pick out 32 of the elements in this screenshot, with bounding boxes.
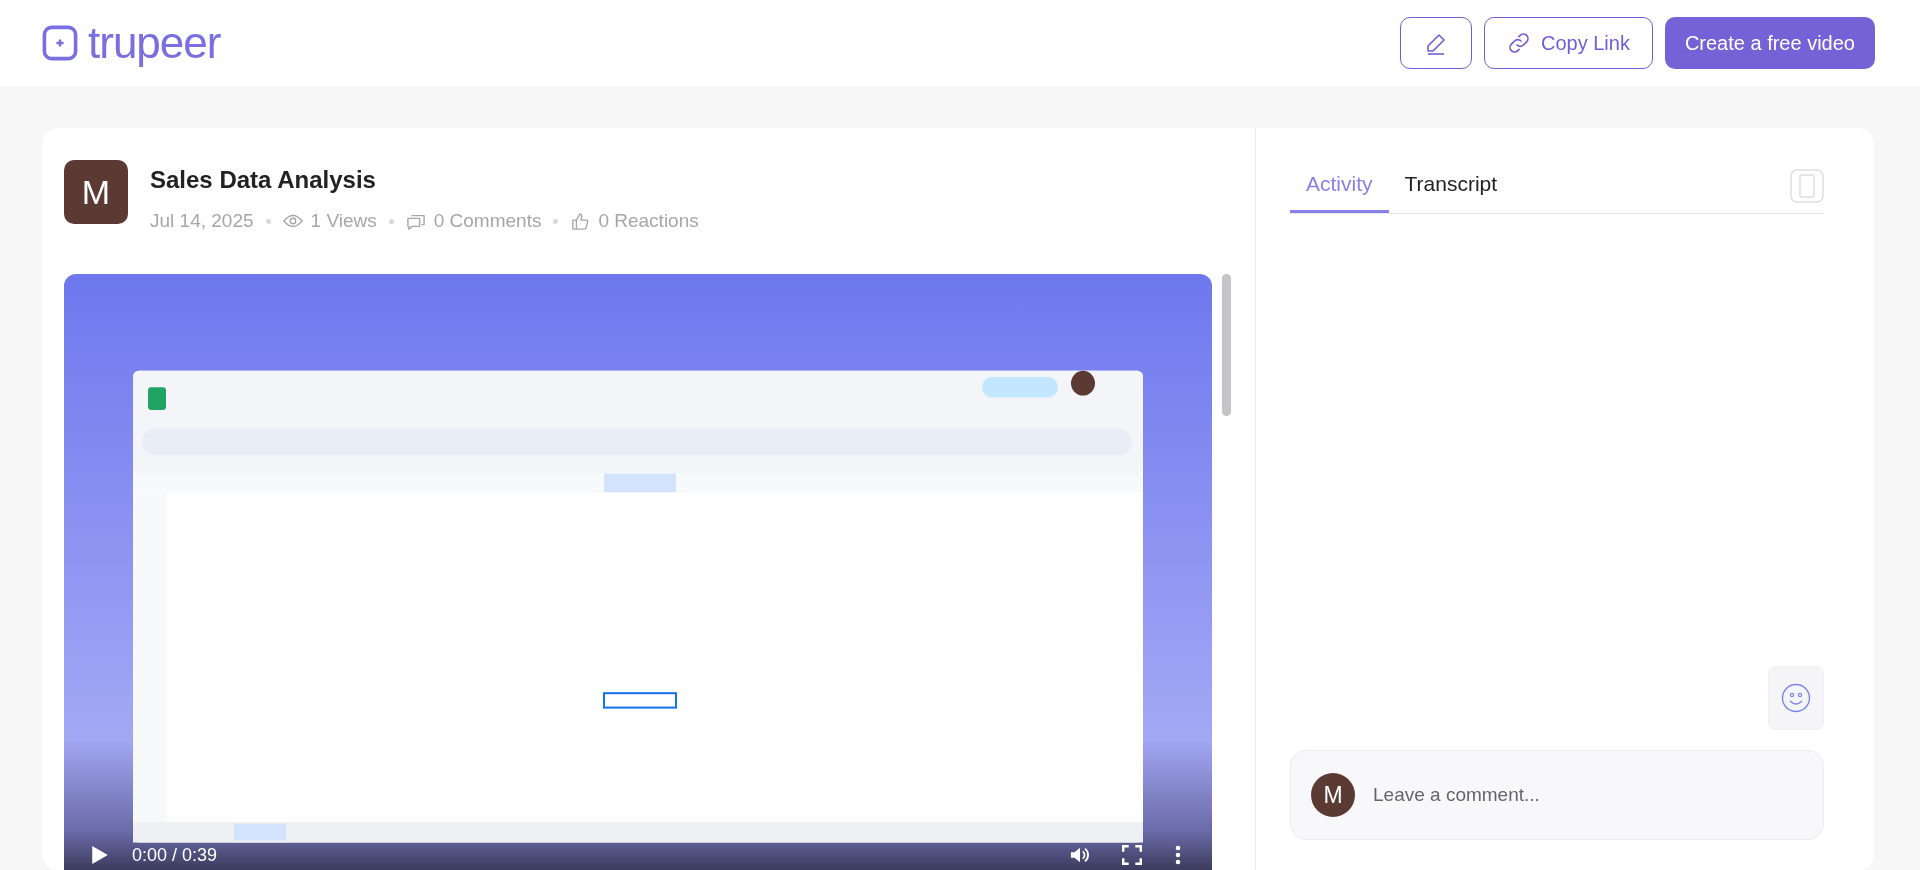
- video-player[interactable]: 0:00 / 0:39: [64, 274, 1212, 870]
- video-time: 0:00 / 0:39: [132, 844, 218, 866]
- separator-dot: [388, 218, 394, 224]
- eye-icon: [282, 212, 303, 230]
- play-icon[interactable]: [90, 845, 110, 865]
- smiley-icon: [1781, 683, 1811, 713]
- create-video-button[interactable]: Create a free video: [1664, 17, 1875, 69]
- reactions-count: 0 Reactions: [598, 210, 699, 232]
- emoji-button[interactable]: [1768, 666, 1824, 730]
- logo-icon: [42, 25, 78, 61]
- thumbs-up-icon: [570, 212, 591, 230]
- scrollbar[interactable]: [1222, 274, 1231, 416]
- link-icon: [1506, 31, 1531, 55]
- copy-link-button[interactable]: Copy Link: [1483, 17, 1653, 69]
- edit-button[interactable]: [1399, 17, 1472, 69]
- avatar: M: [64, 160, 128, 224]
- fullscreen-icon[interactable]: [1122, 845, 1142, 865]
- comment-field[interactable]: Leave a comment...: [1371, 783, 1803, 807]
- panel-toggle-icon[interactable]: [1790, 168, 1824, 203]
- comments-count: 0 Comments: [433, 210, 542, 232]
- video-title: Sales Data Analysis: [150, 166, 377, 194]
- avatar: M: [1311, 773, 1355, 817]
- volume-icon[interactable]: [1070, 845, 1090, 865]
- tab[interactable]: Transcript: [1388, 158, 1514, 213]
- upload-date: Jul 14, 2025: [150, 210, 254, 232]
- separator-dot: [265, 218, 271, 224]
- tab[interactable]: Activity: [1290, 158, 1389, 213]
- chat-bubbles-icon: [405, 212, 426, 230]
- more-icon[interactable]: [1174, 845, 1182, 865]
- views-count: 1 Views: [310, 210, 377, 232]
- logo-text[interactable]: trupeer: [88, 18, 221, 68]
- separator-dot: [553, 218, 559, 224]
